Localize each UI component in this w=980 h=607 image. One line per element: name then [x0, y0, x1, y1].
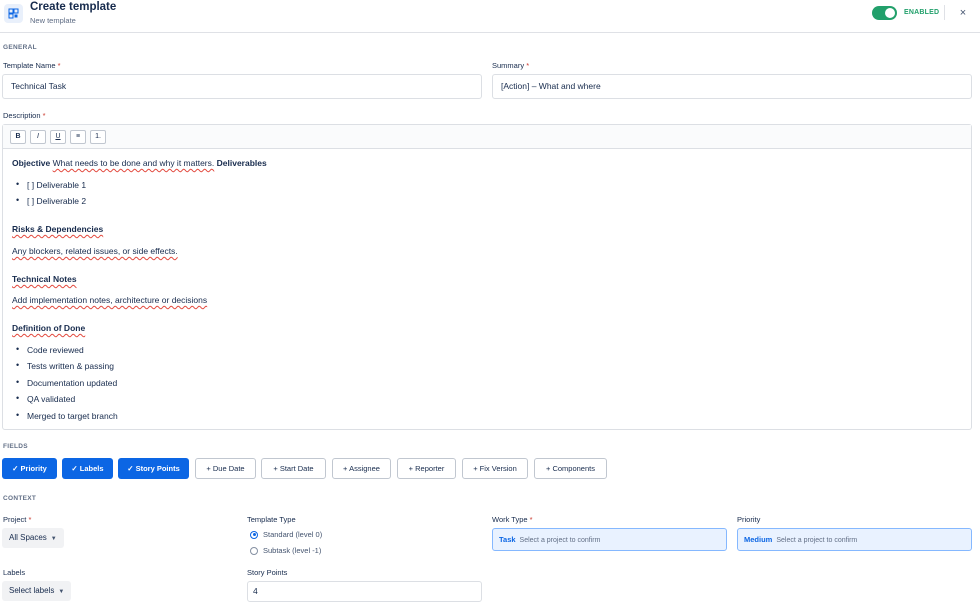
objective-line: Objective What needs to be done and why … — [12, 158, 267, 168]
priority-field[interactable]: Medium Select a project to confirm — [737, 528, 972, 551]
project-value: All Spaces — [9, 533, 47, 542]
description-editor[interactable]: B I U ≡ 1. Objective What needs to be do… — [2, 124, 972, 430]
underline-button[interactable]: U — [50, 130, 66, 144]
section-general: GENERAL — [3, 44, 37, 51]
radio-selected-icon — [250, 530, 258, 539]
italic-button[interactable]: I — [30, 130, 46, 144]
story-points-input[interactable]: 4 — [247, 581, 482, 602]
bold-button[interactable]: B — [10, 130, 26, 144]
work-type-label: Work Type * — [492, 515, 533, 524]
summary-input[interactable]: [Action] – What and where — [492, 74, 972, 99]
enabled-toggle[interactable] — [872, 6, 897, 20]
template-name-label: Template Name * — [3, 61, 61, 70]
chevron-down-icon: ▼ — [50, 536, 57, 542]
editor-toolbar: B I U ≡ 1. — [3, 125, 971, 149]
chevron-down-icon: ▼ — [58, 589, 65, 595]
labels-label: Labels — [3, 568, 26, 577]
section-context: CONTEXT — [3, 495, 37, 502]
enabled-label: ENABLED — [904, 9, 940, 16]
field-chip-assignee[interactable]: + Assignee — [332, 458, 391, 479]
field-chip-due-date[interactable]: + Due Date — [195, 458, 256, 479]
objective-heading: Objective — [12, 158, 51, 168]
template-name-input[interactable]: Technical Task — [2, 74, 482, 99]
radio-standard[interactable]: Standard (level 0) — [250, 530, 322, 539]
field-chip-reporter[interactable]: + Reporter — [397, 458, 456, 479]
work-type-hint: Select a project to confirm — [519, 537, 601, 544]
dod-heading: Definition of Done — [12, 323, 86, 333]
list-item: Documentation updated — [16, 377, 117, 388]
radio-subtask[interactable]: Subtask (level -1) — [250, 546, 321, 555]
field-chip-components[interactable]: + Components — [534, 458, 607, 479]
project-dropdown[interactable]: All Spaces ▼ — [2, 528, 64, 548]
field-chip-priority[interactable]: ✓ Priority — [2, 458, 57, 479]
deliverables-heading: Deliverables — [216, 158, 267, 168]
radio-empty-icon — [250, 546, 258, 555]
work-type-value: Task — [499, 535, 516, 544]
field-chip-story-points[interactable]: ✓ Story Points — [118, 458, 189, 479]
close-button[interactable]: × — [956, 6, 970, 20]
priority-value: Medium — [744, 535, 773, 544]
labels-dropdown[interactable]: Select labels ▼ — [2, 581, 72, 601]
objective-text: What needs to be done and why it matters… — [52, 158, 215, 168]
numbered-list-button[interactable]: 1. — [90, 130, 106, 144]
template-type-label: Template Type — [247, 515, 296, 524]
priority-hint: Select a project to confirm — [776, 537, 858, 544]
header-divider — [944, 5, 945, 20]
description-label: Description * — [3, 111, 46, 120]
list-item: [ ] Deliverable 1 — [16, 179, 86, 190]
template-icon — [4, 4, 23, 23]
list-item: Code reviewed — [16, 344, 84, 355]
risks-heading: Risks & Dependencies — [12, 224, 104, 234]
labels-value: Select labels — [9, 586, 55, 595]
page-title: Create template — [30, 1, 117, 13]
bullet-list-button[interactable]: ≡ — [70, 130, 86, 144]
priority-label: Priority — [737, 515, 761, 524]
risks-text: Any blockers, related issues, or side ef… — [12, 246, 178, 256]
field-chip-labels[interactable]: ✓ Labels — [62, 458, 113, 479]
field-chip-start-date[interactable]: + Start Date — [261, 458, 326, 479]
field-chip-fix-version[interactable]: + Fix Version — [462, 458, 528, 479]
modal-header: Create template New template ENABLED × — [0, 0, 980, 33]
list-item: [ ] Deliverable 2 — [16, 195, 86, 206]
section-fields: FIELDS — [3, 443, 28, 450]
notes-text: Add implementation notes, architecture o… — [12, 295, 208, 305]
list-item: Tests written & passing — [16, 360, 114, 371]
radio-label: Subtask (level -1) — [263, 546, 322, 555]
list-item: Merged to target branch — [16, 410, 118, 421]
summary-label: Summary * — [492, 61, 530, 70]
notes-heading: Technical Notes — [12, 274, 77, 284]
radio-label: Standard (level 0) — [263, 530, 323, 539]
work-type-field[interactable]: Task Select a project to confirm — [492, 528, 727, 551]
page-subtitle: New template — [30, 16, 76, 25]
list-item: QA validated — [16, 393, 75, 404]
project-label: Project * — [3, 515, 32, 524]
story-points-label: Story Points — [247, 568, 288, 577]
